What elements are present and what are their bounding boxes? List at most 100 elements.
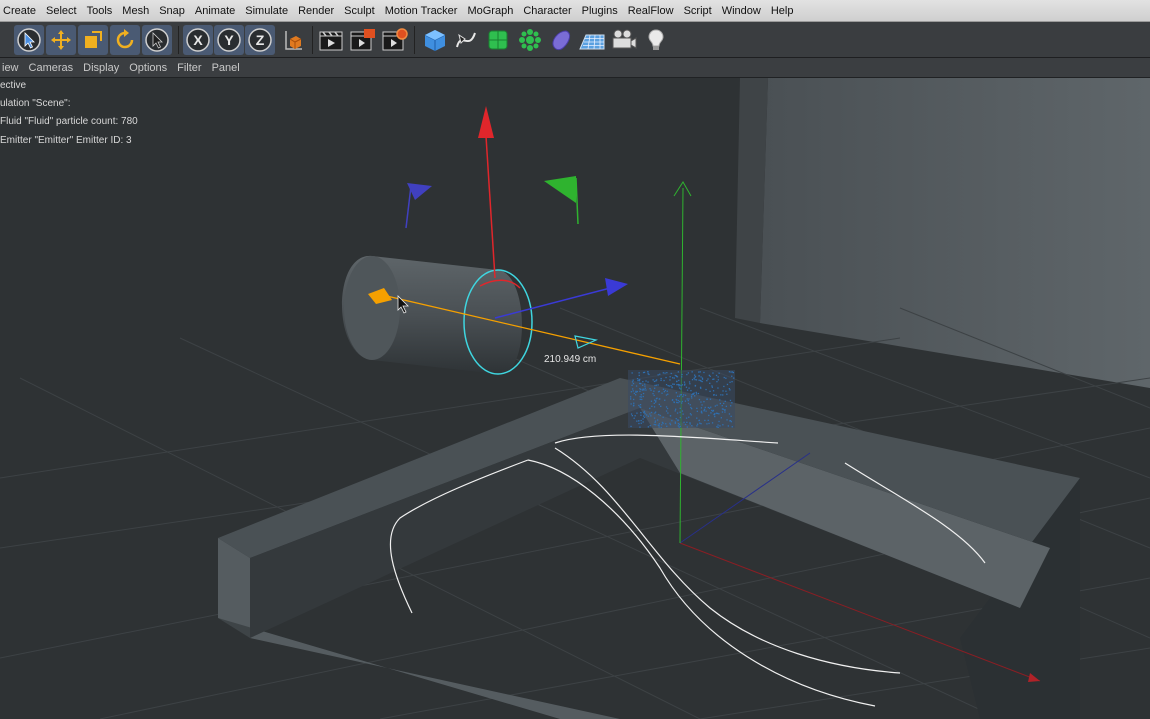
menu-render[interactable]: Render: [295, 0, 341, 22]
viewport-menu-options[interactable]: Options: [127, 58, 175, 78]
viewport-menu-display[interactable]: Display: [81, 58, 127, 78]
fluid-particle: [644, 413, 646, 415]
fluid-particles[interactable]: [628, 370, 735, 429]
emitter-cylinder[interactable]: [342, 255, 533, 375]
cloner-button[interactable]: [515, 25, 545, 55]
scale-button[interactable]: [78, 25, 108, 55]
fluid-particle: [676, 401, 678, 404]
render-settings-button[interactable]: [380, 25, 410, 55]
3d-viewport[interactable]: ective ulation "Scene": Fluid "Fluid" pa…: [0, 78, 1150, 719]
fluid-particle: [653, 423, 655, 426]
viewport-menu-filter[interactable]: Filter: [175, 58, 209, 78]
live-select-button[interactable]: [142, 25, 172, 55]
fluid-particle: [700, 411, 702, 413]
viewport-menu-cameras[interactable]: Cameras: [27, 58, 82, 78]
fluid-particle: [724, 409, 726, 411]
fluid-particle: [692, 393, 694, 395]
floor-button[interactable]: [577, 25, 607, 55]
menu-animate[interactable]: Animate: [192, 0, 242, 22]
fluid-particle: [710, 406, 712, 408]
fluid-particle: [684, 394, 687, 396]
select-cursor-button[interactable]: [14, 25, 44, 55]
fluid-particle: [712, 390, 715, 392]
menu-select[interactable]: Select: [43, 0, 84, 22]
menu-character[interactable]: Character: [520, 0, 578, 22]
subdivision-surface-button[interactable]: [483, 25, 513, 55]
y-axis-lock-button[interactable]: Y: [214, 25, 244, 55]
menu-snap[interactable]: Snap: [156, 0, 192, 22]
world-coordinates-button[interactable]: [278, 25, 308, 55]
fluid-particle: [630, 398, 632, 400]
menu-sculpt[interactable]: Sculpt: [341, 0, 382, 22]
fluid-particle: [689, 383, 691, 385]
fluid-particle: [717, 424, 719, 426]
menu-script[interactable]: Script: [681, 0, 719, 22]
fluid-particle: [632, 405, 635, 407]
menu-mograph[interactable]: MoGraph: [464, 0, 520, 22]
fluid-particle: [658, 398, 660, 400]
fluid-particle: [679, 411, 681, 413]
scene-canvas[interactable]: [0, 78, 1150, 719]
viewport-menu-panel[interactable]: Panel: [210, 58, 248, 78]
fluid-particle: [719, 402, 721, 405]
fluid-particle: [631, 381, 634, 383]
light-button[interactable]: [641, 25, 671, 55]
menu-create[interactable]: Create: [0, 0, 43, 22]
deformer-button[interactable]: [546, 25, 576, 55]
fluid-particle: [681, 384, 684, 386]
fluid-particle: [669, 376, 671, 378]
render-view-button[interactable]: [316, 25, 346, 55]
fluid-particle: [642, 395, 644, 398]
menu-help[interactable]: Help: [768, 0, 801, 22]
fluid-particle: [704, 406, 706, 409]
fluid-particle: [724, 400, 726, 402]
fluid-particle: [630, 425, 632, 428]
fluid-particle: [666, 425, 668, 427]
floor-icon: [579, 34, 605, 50]
menu-simulate[interactable]: Simulate: [242, 0, 295, 22]
menu-motion-tracker[interactable]: Motion Tracker: [382, 0, 465, 22]
fluid-particle: [681, 373, 683, 376]
fluid-particle: [661, 392, 663, 394]
fluid-particle: [638, 404, 640, 407]
menu-mesh[interactable]: Mesh: [119, 0, 156, 22]
fluid-particle: [714, 405, 716, 407]
rotate-icon: [116, 29, 134, 49]
select-cursor-icon: [17, 28, 41, 52]
viewport-menu-view[interactable]: iew: [0, 58, 27, 78]
fluid-particle: [720, 394, 722, 396]
back-wall: [760, 78, 1150, 388]
fluid-particle: [726, 419, 728, 421]
menu-realflow[interactable]: RealFlow: [625, 0, 681, 22]
fluid-particle: [669, 424, 672, 426]
menu-window[interactable]: Window: [719, 0, 768, 22]
menu-plugins[interactable]: Plugins: [579, 0, 625, 22]
fluid-particle: [672, 377, 674, 379]
fluid-particle: [654, 399, 656, 401]
fluid-particle: [712, 372, 714, 374]
cube-button[interactable]: [420, 25, 450, 55]
fluid-particle: [709, 375, 711, 377]
fluid-particle: [647, 415, 649, 417]
toolbar-separator: [312, 26, 313, 54]
fluid-particle: [696, 417, 698, 419]
fluid-particle: [716, 412, 719, 415]
menu-tools[interactable]: Tools: [84, 0, 120, 22]
fluid-particle: [690, 406, 692, 409]
rotate-button[interactable]: [110, 25, 140, 55]
render-picture-viewer-button[interactable]: [348, 25, 378, 55]
camera-button[interactable]: [609, 25, 639, 55]
move-button[interactable]: [46, 25, 76, 55]
fluid-particle: [687, 399, 689, 402]
fluid-particle: [636, 412, 638, 414]
tank-container[interactable]: [218, 378, 1080, 719]
fluid-particle: [679, 425, 681, 428]
z-axis-lock-button[interactable]: Z: [245, 25, 275, 55]
spline-pen-button[interactable]: [451, 25, 481, 55]
x-axis-lock-button[interactable]: X: [183, 25, 213, 55]
fluid-particle: [654, 421, 656, 424]
fluid-particle: [682, 395, 684, 398]
fluid-particle: [644, 387, 646, 389]
fluid-particle: [704, 419, 706, 422]
fluid-particle: [705, 410, 707, 412]
